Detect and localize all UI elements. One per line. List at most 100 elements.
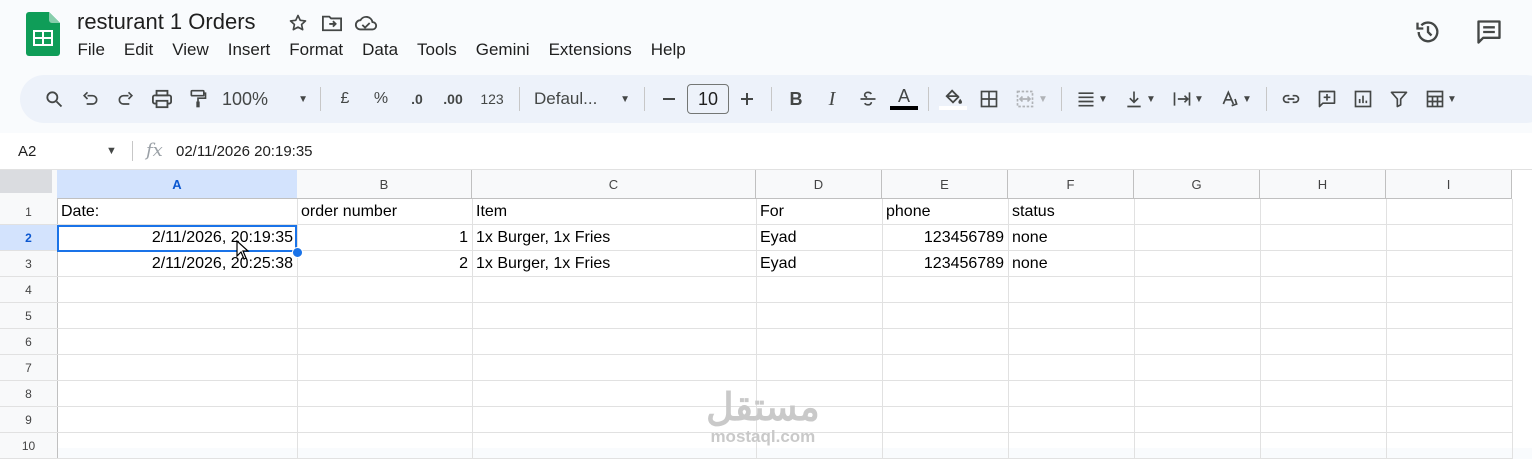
increase-font-size-icon[interactable] bbox=[729, 83, 765, 115]
cell-c6[interactable] bbox=[472, 329, 757, 355]
undo-icon[interactable] bbox=[72, 83, 108, 115]
menu-format[interactable]: Format bbox=[280, 38, 353, 62]
cell-d6[interactable] bbox=[756, 329, 883, 355]
cell-g9[interactable] bbox=[1134, 407, 1261, 433]
cell-c1[interactable]: Item bbox=[472, 199, 757, 225]
cell-f3[interactable]: none bbox=[1008, 251, 1135, 277]
decrease-font-size-icon[interactable] bbox=[651, 83, 687, 115]
cell-h4[interactable] bbox=[1260, 277, 1387, 303]
menu-help[interactable]: Help bbox=[641, 38, 695, 62]
menu-extensions[interactable]: Extensions bbox=[539, 38, 641, 62]
cell-i10[interactable] bbox=[1386, 433, 1513, 459]
menu-tools[interactable]: Tools bbox=[408, 38, 467, 62]
column-header-g[interactable]: G bbox=[1134, 170, 1260, 199]
column-header-b[interactable]: B bbox=[297, 170, 472, 199]
cell-b5[interactable] bbox=[297, 303, 473, 329]
strikethrough-icon[interactable] bbox=[850, 83, 886, 115]
cell-h2[interactable] bbox=[1260, 225, 1387, 251]
cell-a2[interactable]: 2/11/2026, 20:19:35 bbox=[57, 225, 298, 251]
star-icon[interactable] bbox=[286, 12, 310, 34]
cell-e1[interactable]: phone bbox=[882, 199, 1009, 225]
cell-f5[interactable] bbox=[1008, 303, 1135, 329]
row-header-1[interactable]: 1 bbox=[0, 199, 58, 225]
text-rotation-icon[interactable]: ▼ bbox=[1212, 83, 1260, 115]
cell-g10[interactable] bbox=[1134, 433, 1261, 459]
comments-icon[interactable] bbox=[1471, 14, 1507, 50]
cell-g2[interactable] bbox=[1134, 225, 1261, 251]
row-header-5[interactable]: 5 bbox=[0, 303, 58, 329]
search-menus-icon[interactable] bbox=[36, 83, 72, 115]
currency-format-button[interactable]: £ bbox=[327, 83, 363, 115]
cell-i2[interactable] bbox=[1386, 225, 1513, 251]
cell-b10[interactable] bbox=[297, 433, 473, 459]
more-formats-button[interactable]: 123 bbox=[471, 83, 513, 115]
cell-d4[interactable] bbox=[756, 277, 883, 303]
cell-h8[interactable] bbox=[1260, 381, 1387, 407]
cell-g4[interactable] bbox=[1134, 277, 1261, 303]
cell-g7[interactable] bbox=[1134, 355, 1261, 381]
cell-g6[interactable] bbox=[1134, 329, 1261, 355]
cell-e5[interactable] bbox=[882, 303, 1009, 329]
cell-a7[interactable] bbox=[57, 355, 298, 381]
row-header-7[interactable]: 7 bbox=[0, 355, 58, 381]
version-history-icon[interactable] bbox=[1410, 14, 1446, 50]
cell-a9[interactable] bbox=[57, 407, 298, 433]
percent-format-button[interactable]: % bbox=[363, 83, 399, 115]
filter-icon[interactable] bbox=[1381, 83, 1417, 115]
row-header-3[interactable]: 3 bbox=[0, 251, 58, 277]
cell-b8[interactable] bbox=[297, 381, 473, 407]
cell-d5[interactable] bbox=[756, 303, 883, 329]
vertical-align-icon[interactable]: ▼ bbox=[1116, 83, 1164, 115]
menu-file[interactable]: File bbox=[68, 38, 114, 62]
cell-d3[interactable]: Eyad bbox=[756, 251, 883, 277]
formula-input[interactable]: 02/11/2026 20:19:35 bbox=[176, 143, 313, 160]
cell-e7[interactable] bbox=[882, 355, 1009, 381]
spreadsheet-grid[interactable]: A B C D E F G H I 1 Date: order number Item For phone s… bbox=[0, 170, 1532, 459]
cell-f9[interactable] bbox=[1008, 407, 1135, 433]
menu-edit[interactable]: Edit bbox=[114, 38, 162, 62]
redo-icon[interactable] bbox=[108, 83, 144, 115]
sheets-logo-icon[interactable] bbox=[26, 12, 60, 56]
cell-f10[interactable] bbox=[1008, 433, 1135, 459]
cell-c4[interactable] bbox=[472, 277, 757, 303]
cell-d7[interactable] bbox=[756, 355, 883, 381]
cell-i7[interactable] bbox=[1386, 355, 1513, 381]
row-header-6[interactable]: 6 bbox=[0, 329, 58, 355]
cell-e4[interactable] bbox=[882, 277, 1009, 303]
cell-f4[interactable] bbox=[1008, 277, 1135, 303]
cell-e6[interactable] bbox=[882, 329, 1009, 355]
cell-b2[interactable]: 1 bbox=[297, 225, 473, 251]
cell-g1[interactable] bbox=[1134, 199, 1261, 225]
cell-b7[interactable] bbox=[297, 355, 473, 381]
cell-e3[interactable]: 123456789 bbox=[882, 251, 1009, 277]
cell-h7[interactable] bbox=[1260, 355, 1387, 381]
cell-g5[interactable] bbox=[1134, 303, 1261, 329]
menu-view[interactable]: View bbox=[163, 38, 219, 62]
cell-i3[interactable] bbox=[1386, 251, 1513, 277]
cell-g3[interactable] bbox=[1134, 251, 1261, 277]
horizontal-align-icon[interactable]: ▼ bbox=[1068, 83, 1116, 115]
cell-h6[interactable] bbox=[1260, 329, 1387, 355]
column-header-c[interactable]: C bbox=[472, 170, 756, 199]
italic-button[interactable]: I bbox=[814, 83, 850, 115]
cell-c5[interactable] bbox=[472, 303, 757, 329]
text-wrapping-icon[interactable]: ▼ bbox=[1164, 83, 1212, 115]
row-header-2[interactable]: 2 bbox=[0, 225, 58, 251]
paint-format-icon[interactable] bbox=[180, 83, 216, 115]
insert-chart-icon[interactable] bbox=[1345, 83, 1381, 115]
chevron-down-icon[interactable]: ▼ bbox=[106, 145, 117, 157]
cell-f6[interactable] bbox=[1008, 329, 1135, 355]
cell-b4[interactable] bbox=[297, 277, 473, 303]
row-header-8[interactable]: 8 bbox=[0, 381, 58, 407]
cell-g8[interactable] bbox=[1134, 381, 1261, 407]
name-box[interactable]: A2 bbox=[18, 143, 36, 160]
bold-button[interactable]: B bbox=[778, 83, 814, 115]
zoom-select[interactable]: 100% ▼ bbox=[216, 83, 314, 115]
column-header-h[interactable]: H bbox=[1260, 170, 1386, 199]
font-size-input[interactable]: 10 bbox=[687, 84, 729, 114]
cell-h3[interactable] bbox=[1260, 251, 1387, 277]
cell-f2[interactable]: none bbox=[1008, 225, 1135, 251]
row-header-10[interactable]: 10 bbox=[0, 433, 58, 459]
row-header-9[interactable]: 9 bbox=[0, 407, 58, 433]
cell-i6[interactable] bbox=[1386, 329, 1513, 355]
